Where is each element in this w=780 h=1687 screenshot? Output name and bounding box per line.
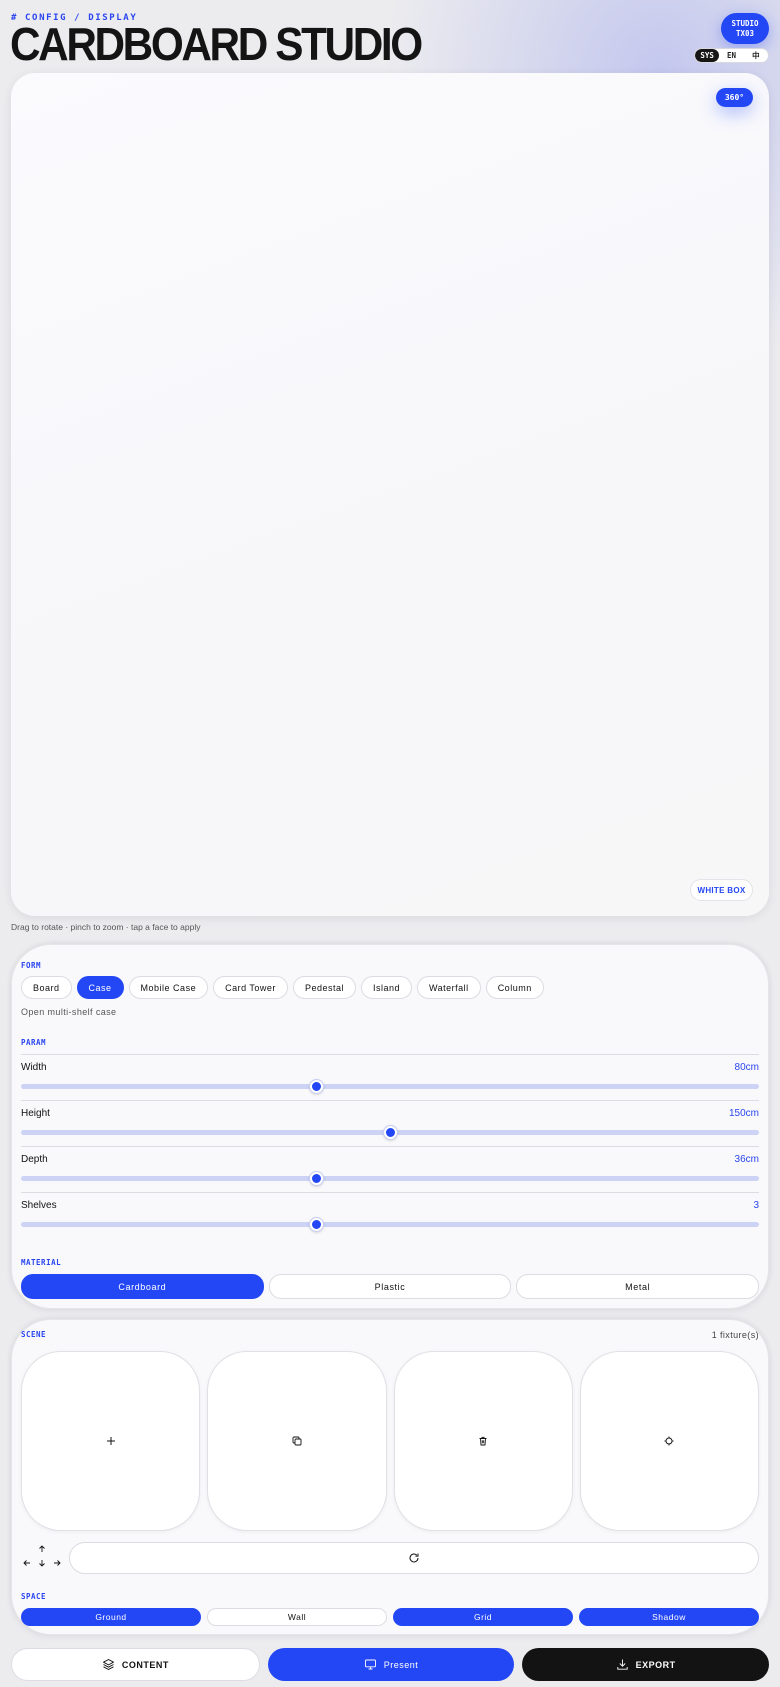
environment-badge[interactable]: WHITE BOX <box>690 879 753 901</box>
reset-view-button[interactable] <box>69 1542 759 1574</box>
param-label: PARAM <box>21 1038 47 1047</box>
arrow-left-icon <box>23 1560 30 1566</box>
scene-tools <box>21 1351 759 1531</box>
rotation-badge[interactable]: 360° <box>716 88 753 107</box>
space-label: SPACE <box>21 1592 47 1601</box>
viewport-hint: Drag to rotate · pinch to zoom · tap a f… <box>11 922 201 932</box>
material-label: MATERIAL <box>21 1258 62 1267</box>
layers-icon <box>102 1659 114 1670</box>
param-name-height: Height <box>21 1108 50 1119</box>
plus-icon <box>106 1437 115 1445</box>
download-icon <box>617 1659 628 1670</box>
arrow-up-icon <box>39 1545 45 1552</box>
studio-badge-line1: STUDIO <box>731 18 759 28</box>
space-toggles: Ground Wall Grid Shadow <box>21 1608 759 1626</box>
form-chip-board[interactable]: Board <box>21 976 72 999</box>
lang-option-sys[interactable]: SYS <box>695 49 720 62</box>
3d-viewport[interactable] <box>11 73 769 916</box>
nudge-up-button[interactable] <box>36 1543 48 1555</box>
export-button[interactable]: EXPORT <box>522 1648 770 1681</box>
center-fixture-button[interactable] <box>579 1351 759 1531</box>
param-divider <box>21 1192 759 1193</box>
export-button-label: EXPORT <box>635 1659 676 1670</box>
language-toggle[interactable]: SYS EN 中 <box>694 48 769 63</box>
space-shadow-toggle[interactable]: Shadow <box>579 1608 759 1626</box>
param-slider-knob-width[interactable] <box>309 1080 323 1093</box>
monitor-icon <box>364 1659 376 1670</box>
form-chip-island[interactable]: Island <box>360 976 412 999</box>
arrow-down-icon <box>39 1560 45 1567</box>
param-slider-knob-height[interactable] <box>383 1126 397 1139</box>
param-slider-knob-depth[interactable] <box>309 1172 323 1185</box>
param-slider-track-shelves[interactable] <box>21 1222 759 1227</box>
material-cardboard-button[interactable]: Cardboard <box>21 1274 264 1299</box>
form-chip-waterfall[interactable]: Waterfall <box>417 976 481 999</box>
duplicate-fixture-button[interactable] <box>207 1351 387 1531</box>
nudge-down-button[interactable] <box>36 1557 48 1569</box>
page-title: CARDBOARD STUDIO <box>10 18 423 70</box>
content-button-label: CONTENT <box>121 1659 169 1670</box>
form-description: Open multi-shelf case <box>21 1007 117 1017</box>
space-grid-toggle[interactable]: Grid <box>393 1608 573 1626</box>
form-chip-column[interactable]: Column <box>485 976 544 999</box>
scene-label: SCENE <box>21 1330 47 1339</box>
param-name-depth: Depth <box>21 1154 48 1165</box>
arrow-right-icon <box>54 1560 61 1566</box>
form-chips: Board Case Mobile Case Card Tower Pedest… <box>21 976 544 999</box>
bottom-action-bar: CONTENT Present EXPORT <box>11 1648 770 1681</box>
param-divider <box>21 1100 759 1101</box>
form-label: FORM <box>21 961 42 970</box>
form-chip-card-tower[interactable]: Card Tower <box>213 976 288 999</box>
studio-badge[interactable]: STUDIO TX03 <box>721 13 769 44</box>
present-button-label: Present <box>383 1659 419 1670</box>
param-value-depth: 36cm <box>734 1154 759 1165</box>
param-value-width: 80cm <box>734 1062 759 1073</box>
material-metal-button[interactable]: Metal <box>516 1274 760 1299</box>
param-name-width: Width <box>21 1062 47 1073</box>
present-button[interactable]: Present <box>267 1648 515 1681</box>
material-plastic-button[interactable]: Plastic <box>268 1274 512 1299</box>
lang-option-zh[interactable]: 中 <box>744 49 768 62</box>
param-divider <box>21 1054 759 1055</box>
trash-icon <box>479 1436 487 1446</box>
form-chip-pedestal[interactable]: Pedestal <box>292 976 356 999</box>
material-options: Cardboard Plastic Metal <box>21 1274 760 1299</box>
delete-fixture-button[interactable] <box>393 1351 573 1531</box>
form-chip-case[interactable]: Case <box>76 976 124 999</box>
studio-badge-line2: TX03 <box>735 28 755 38</box>
form-chip-mobile-case[interactable]: Mobile Case <box>128 976 209 999</box>
nudge-right-button[interactable] <box>51 1557 63 1569</box>
param-divider <box>21 1146 759 1147</box>
fixture-count: 1 fixture(s) <box>711 1330 759 1340</box>
refresh-icon <box>409 1553 419 1563</box>
param-value-height: 150cm <box>728 1108 759 1119</box>
space-ground-toggle[interactable]: Ground <box>21 1608 201 1626</box>
add-fixture-button[interactable] <box>21 1351 201 1531</box>
param-slider-track-width[interactable] <box>21 1084 759 1089</box>
param-value-shelves: 3 <box>753 1200 759 1211</box>
space-wall-toggle[interactable]: Wall <box>207 1608 387 1626</box>
crosshair-icon <box>664 1436 674 1446</box>
duplicate-icon <box>292 1436 302 1446</box>
lang-option-en[interactable]: EN <box>719 49 743 62</box>
param-slider-track-depth[interactable] <box>21 1176 759 1181</box>
nudge-left-button[interactable] <box>21 1557 33 1569</box>
nudge-controls <box>21 1543 63 1577</box>
param-name-shelves: Shelves <box>21 1200 57 1211</box>
param-slider-knob-shelves[interactable] <box>309 1218 323 1231</box>
content-button[interactable]: CONTENT <box>11 1648 260 1681</box>
